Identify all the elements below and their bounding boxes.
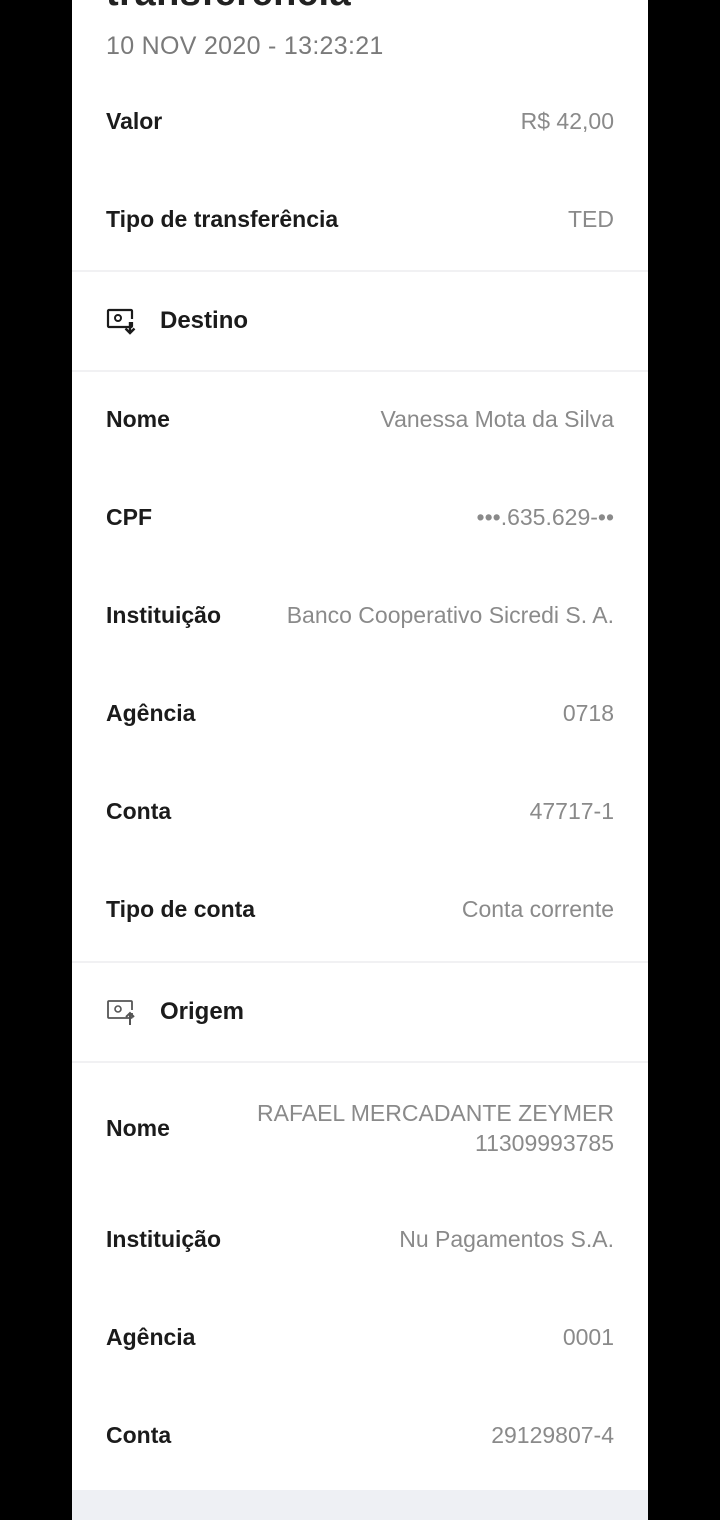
row-value: TED	[568, 206, 614, 232]
row-label: Agência	[106, 700, 196, 726]
bottom-strip	[72, 1490, 648, 1520]
row-label: Nome	[106, 406, 170, 432]
row-value: Nu Pagamentos S.A.	[399, 1226, 614, 1252]
row-value: R$ 42,00	[520, 108, 614, 134]
destino-row-agencia: Agência 0718	[106, 700, 614, 727]
row-value: 47717-1	[529, 798, 614, 824]
divider	[72, 1061, 648, 1063]
destino-row-tipo-conta: Tipo de conta Conta corrente	[106, 896, 614, 923]
row-label: CPF	[106, 504, 152, 530]
divider	[72, 270, 648, 272]
transfer-date: 10 NOV 2020 - 13:23:21	[106, 32, 384, 60]
destino-row-conta: Conta 47717-1	[106, 798, 614, 825]
row-value: 29129807-4	[491, 1422, 614, 1448]
destino-row-instituicao: Instituição Banco Cooperativo Sicredi S.…	[106, 602, 614, 629]
row-label: Nome	[106, 1114, 170, 1141]
row-value: Banco Cooperativo Sicredi S. A.	[286, 602, 614, 628]
row-value: •••.635.629-••	[476, 504, 614, 530]
summary-row-valor: Valor R$ 42,00	[106, 108, 614, 135]
origem-row-instituicao: Instituição Nu Pagamentos S.A.	[106, 1226, 614, 1253]
origem-row-conta: Conta 29129807-4	[106, 1422, 614, 1449]
row-label: Instituição	[106, 1226, 222, 1252]
row-label: Tipo de conta	[106, 896, 256, 922]
divider	[72, 961, 648, 963]
row-value: 0718	[562, 700, 614, 726]
page-title: transferência	[106, 0, 351, 15]
destino-row-nome: Nome Vanessa Mota da Silva	[106, 406, 614, 433]
row-label: Valor	[106, 108, 163, 134]
row-value: RAFAEL MERCADANTE ZEYMER 11309993785	[257, 1100, 614, 1156]
row-label: Tipo de transferência	[106, 206, 339, 232]
summary-row-tipo: Tipo de transferência TED	[106, 206, 614, 233]
row-label: Conta	[106, 1422, 172, 1448]
send-icon	[107, 1000, 135, 1025]
row-value: Conta corrente	[461, 896, 614, 922]
section-header-destino: Destino	[106, 307, 248, 335]
row-value: Vanessa Mota da Silva	[380, 406, 614, 432]
row-label: Agência	[106, 1324, 196, 1350]
row-label: Instituição	[106, 602, 222, 628]
row-label: Conta	[106, 798, 172, 824]
origem-row-nome: Nome RAFAEL MERCADANTE ZEYMER 1130999378…	[106, 1098, 614, 1158]
section-title: Destino	[160, 307, 249, 334]
divider	[72, 370, 648, 372]
origem-row-agencia: Agência 0001	[106, 1324, 614, 1351]
row-value: 0001	[562, 1324, 614, 1350]
section-title: Origem	[160, 998, 245, 1025]
receive-icon	[106, 308, 136, 335]
destino-row-cpf: CPF •••.635.629-••	[106, 504, 614, 531]
section-header-origem: Origem	[106, 998, 244, 1026]
receipt-card: transferência 10 NOV 2020 - 13:23:21 Val…	[72, 0, 648, 1490]
